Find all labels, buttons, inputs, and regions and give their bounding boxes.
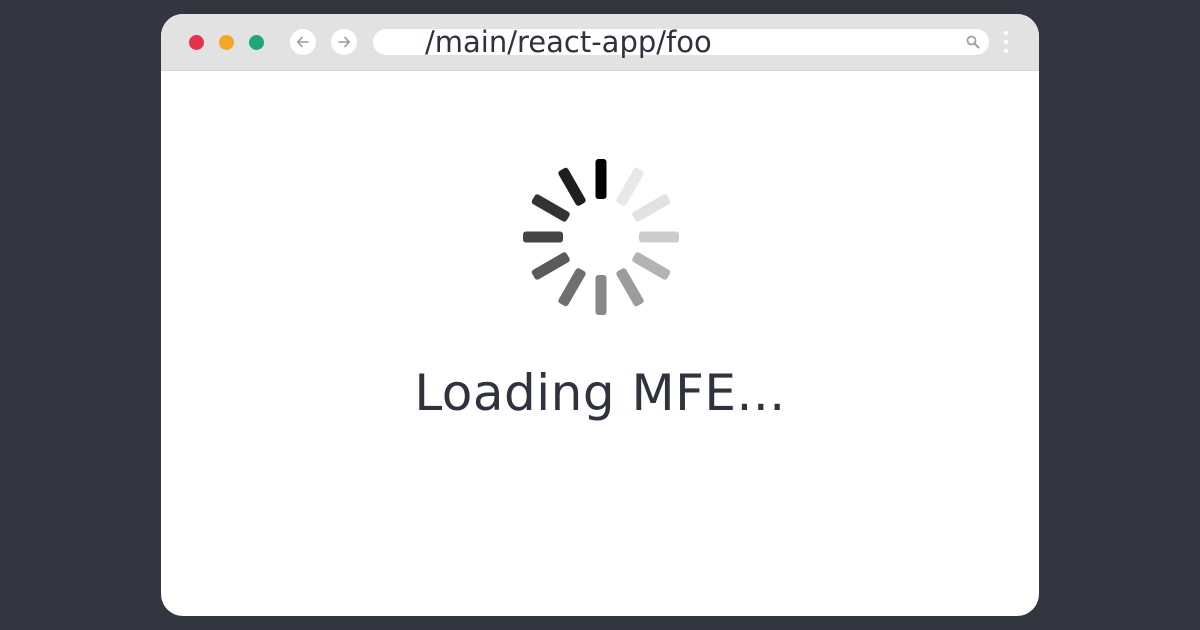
kebab-menu-icon[interactable] [1000, 28, 1012, 58]
search-icon[interactable] [965, 34, 981, 50]
spinner-segment [531, 252, 570, 280]
loading-spinner-icon [523, 159, 679, 315]
page-content: Loading MFE... [161, 71, 1039, 616]
spinner-segment [558, 268, 586, 307]
close-window-button[interactable] [189, 35, 204, 50]
arrow-right-icon [338, 36, 350, 48]
address-bar-url[interactable]: /main/react-app/foo [425, 25, 712, 59]
spinner-segment [523, 231, 563, 243]
spinner-segment [639, 231, 679, 243]
browser-window: /main/react-app/foo Loading MFE... [161, 14, 1039, 616]
back-button[interactable] [290, 29, 316, 55]
spinner-segment [531, 194, 570, 222]
forward-button[interactable] [331, 29, 357, 55]
arrow-left-icon [297, 36, 309, 48]
loading-message: Loading MFE... [414, 364, 786, 422]
address-bar[interactable]: /main/react-app/foo [373, 25, 989, 59]
spinner-segment [616, 167, 644, 206]
spinner-segment [595, 275, 607, 315]
spinner-segment [616, 268, 644, 307]
spinner-segment [595, 159, 607, 199]
maximize-window-button[interactable] [249, 35, 264, 50]
minimize-window-button[interactable] [219, 35, 234, 50]
spinner-segment [558, 167, 586, 206]
spinner-segment [632, 252, 671, 280]
spinner-segment [632, 194, 671, 222]
browser-titlebar: /main/react-app/foo [161, 14, 1039, 71]
